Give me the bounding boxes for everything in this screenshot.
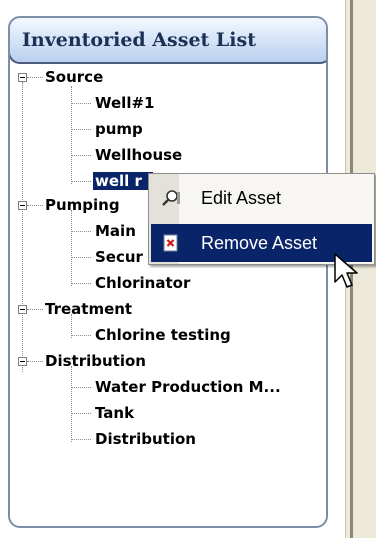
tree-leaf[interactable]: Main [93,222,138,240]
mouse-cursor-icon [334,253,358,288]
remove-icon [163,234,178,252]
tree-leaf[interactable]: Tank [93,404,136,422]
collapse-toggle-treatment[interactable] [18,305,27,314]
menu-item-edit-asset[interactable]: Edit Asset [151,179,372,217]
collapse-toggle-source[interactable] [18,73,27,82]
menu-item-label: Remove Asset [201,233,318,253]
tree-node-pumping[interactable]: Pumping [43,196,122,214]
magnifier-icon [162,190,180,206]
tree-leaf[interactable]: Well#1 [93,94,156,112]
tree-node-distribution[interactable]: Distribution [43,352,148,370]
tree-leaf[interactable]: pump [93,120,145,138]
tree-node-source[interactable]: Source [43,68,105,86]
asset-list-panel: Inventoried Asset List Source Well#1 pum… [8,16,328,528]
tree-leaf[interactable]: Wellhouse [93,146,184,164]
tree-leaf[interactable]: Chlorinator [93,274,192,292]
tree-leaf[interactable]: Water Production M... [93,378,283,396]
tree-leaf[interactable]: Secur [93,248,145,266]
menu-item-label: Edit Asset [201,188,282,208]
collapse-toggle-distribution[interactable] [18,357,27,366]
tree-leaf-selected[interactable]: well r [93,172,153,190]
tree-leaf[interactable]: Chlorine testing [93,326,233,344]
tree-leaf[interactable]: Distribution [93,430,198,448]
collapse-toggle-pumping[interactable] [18,201,27,210]
asset-tree: Source Well#1 pump Wellhouse well r Pump… [10,18,326,526]
tree-node-treatment[interactable]: Treatment [43,300,134,318]
